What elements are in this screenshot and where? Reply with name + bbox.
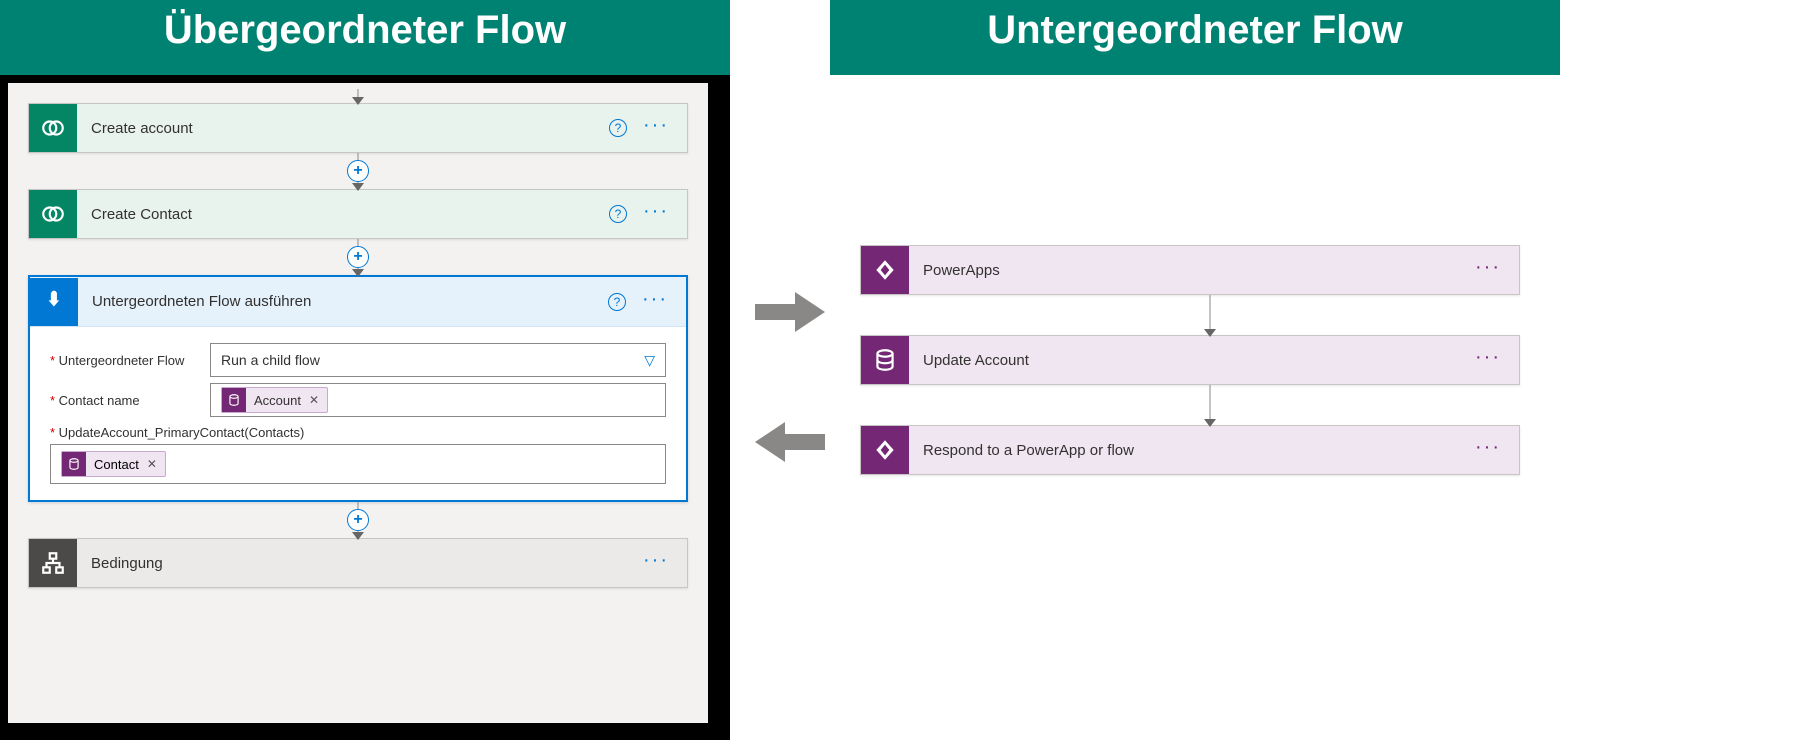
child-flow-panel: Untergeordneter Flow PowerApps ··· bbox=[830, 0, 1560, 725]
step-label: Untergeordneten Flow ausführen bbox=[78, 293, 608, 310]
run-child-flow-icon bbox=[30, 278, 78, 326]
database-icon bbox=[222, 388, 246, 412]
field-label-update-account: UpdateAccount_PrimaryContact(Contacts) bbox=[50, 425, 666, 440]
add-step-button[interactable]: + bbox=[347, 246, 369, 268]
help-icon[interactable]: ? bbox=[609, 205, 627, 223]
step-label: PowerApps bbox=[909, 262, 1475, 279]
database-icon bbox=[861, 336, 909, 384]
arrow-left-icon bbox=[755, 420, 825, 464]
token-contact[interactable]: Contact ✕ bbox=[61, 451, 166, 477]
step-label: Respond to a PowerApp or flow bbox=[909, 442, 1475, 459]
child-flow-value: Run a child flow bbox=[221, 352, 320, 368]
connector bbox=[860, 385, 1560, 425]
more-menu-icon[interactable]: ··· bbox=[643, 555, 669, 571]
child-flow-canvas: PowerApps ··· Update Account ··· bbox=[860, 75, 1560, 725]
parent-flow-panel: Übergeordneter Flow Create account ? ··· bbox=[0, 0, 730, 740]
field-label-contact-name: Contact name bbox=[50, 393, 210, 408]
field-label-child-flow: Untergeordneter Flow bbox=[50, 353, 210, 368]
child-flow-title: Untergeordneter Flow bbox=[830, 0, 1560, 75]
add-step-button[interactable]: + bbox=[347, 160, 369, 182]
powerapps-icon bbox=[861, 426, 909, 474]
more-menu-icon[interactable]: ··· bbox=[643, 120, 669, 136]
contact-name-input[interactable]: Account ✕ bbox=[210, 383, 666, 417]
update-account-input[interactable]: Contact ✕ bbox=[50, 444, 666, 484]
connector bbox=[8, 89, 708, 103]
arrow-right-icon bbox=[755, 290, 825, 334]
token-label: Contact bbox=[94, 457, 139, 472]
more-menu-icon[interactable]: ··· bbox=[1475, 352, 1501, 368]
powerapps-icon bbox=[861, 246, 909, 294]
add-step-connector: + bbox=[28, 239, 688, 275]
step-label: Bedingung bbox=[77, 555, 643, 572]
step-condition[interactable]: Bedingung ··· bbox=[28, 538, 688, 588]
step-respond[interactable]: Respond to a PowerApp or flow ··· bbox=[860, 425, 1520, 475]
step-create-contact[interactable]: Create Contact ? ··· bbox=[28, 189, 688, 239]
help-icon[interactable]: ? bbox=[609, 119, 627, 137]
token-remove-icon[interactable]: ✕ bbox=[147, 457, 157, 471]
parent-flow-frame: Create account ? ··· + Create bbox=[0, 75, 730, 740]
more-menu-icon[interactable]: ··· bbox=[642, 294, 668, 310]
step-label: Update Account bbox=[909, 352, 1475, 369]
token-label: Account bbox=[254, 393, 301, 408]
dataverse-icon bbox=[29, 104, 77, 152]
more-menu-icon[interactable]: ··· bbox=[643, 206, 669, 222]
token-remove-icon[interactable]: ✕ bbox=[309, 393, 319, 407]
database-icon bbox=[62, 452, 86, 476]
help-icon[interactable]: ? bbox=[608, 293, 626, 311]
step-update-account[interactable]: Update Account ··· bbox=[860, 335, 1520, 385]
add-step-connector: + bbox=[28, 502, 688, 538]
add-step-connector: + bbox=[28, 153, 688, 189]
more-menu-icon[interactable]: ··· bbox=[1475, 442, 1501, 458]
chevron-down-icon: ▽ bbox=[644, 352, 655, 369]
parent-flow-canvas: Create account ? ··· + Create bbox=[8, 83, 708, 723]
parent-flow-title: Übergeordneter Flow bbox=[0, 0, 730, 75]
step-create-account[interactable]: Create account ? ··· bbox=[28, 103, 688, 153]
step-label: Create Contact bbox=[77, 206, 609, 223]
condition-icon bbox=[29, 539, 77, 587]
step-label: Create account bbox=[77, 120, 609, 137]
dataverse-icon bbox=[29, 190, 77, 238]
step-powerapps[interactable]: PowerApps ··· bbox=[860, 245, 1520, 295]
step-run-child-flow[interactable]: Untergeordneten Flow ausführen ? ··· Unt… bbox=[28, 275, 688, 502]
more-menu-icon[interactable]: ··· bbox=[1475, 262, 1501, 278]
add-step-button[interactable]: + bbox=[347, 509, 369, 531]
token-account[interactable]: Account ✕ bbox=[221, 387, 328, 413]
child-flow-select[interactable]: Run a child flow ▽ bbox=[210, 343, 666, 377]
connector bbox=[860, 295, 1560, 335]
